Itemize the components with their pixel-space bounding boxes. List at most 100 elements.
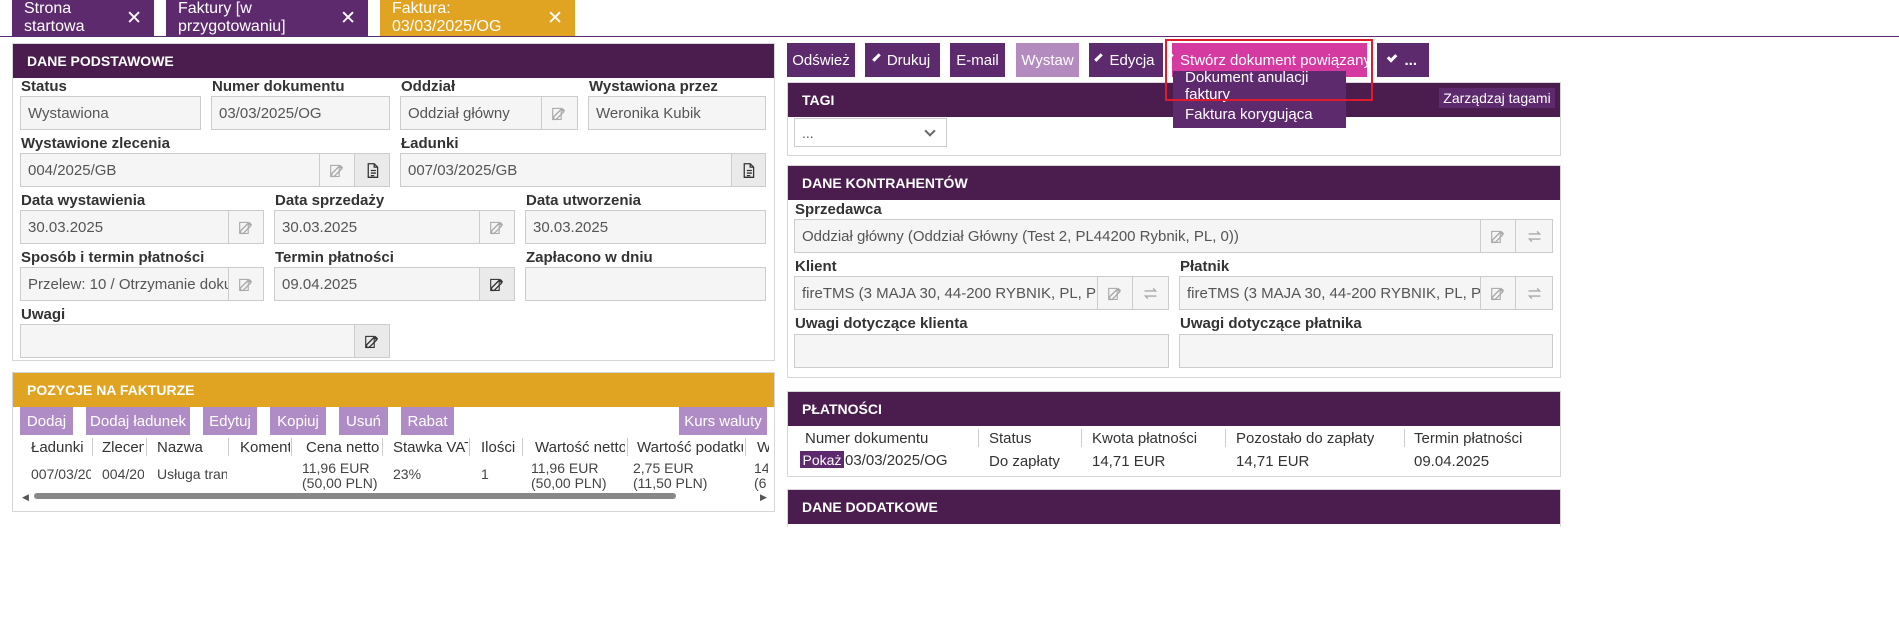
chevron-down-icon (1386, 52, 1398, 63)
cell-vat: 23% (393, 466, 422, 482)
payment-due-label: Termin płatności (275, 249, 394, 266)
column-header[interactable]: Wartość podatku (637, 439, 743, 456)
more-label: ... (1404, 51, 1417, 69)
seller-field[interactable]: Oddział główny (Oddział Główny (Test 2, … (794, 219, 1482, 253)
orders-field[interactable]: 004/2025/GB (20, 153, 320, 187)
column-header[interactable]: Status (989, 430, 1032, 447)
refresh-button[interactable]: Odśwież (787, 43, 855, 77)
created-date-field[interactable]: 30.03.2025 (525, 210, 766, 244)
edit-icon[interactable] (354, 324, 390, 358)
issue-button[interactable]: Wystaw (1016, 43, 1079, 77)
edit-icon[interactable] (1480, 219, 1516, 253)
tab-label: Faktura: 03/03/2025/OG (392, 0, 502, 35)
payment-due: 09.04.2025 (1414, 453, 1490, 470)
edit-button[interactable]: Edytuj (203, 407, 257, 435)
tags-select[interactable]: ... (794, 118, 947, 147)
column-header[interactable]: Nazwa (157, 439, 227, 456)
cell-tax: 2,75 EUR (633, 460, 694, 476)
column-header[interactable]: Kwota płatności (1092, 430, 1197, 447)
paid-on-field[interactable] (525, 267, 766, 301)
menu-item-correction-invoice[interactable]: Faktura korygująca (1173, 101, 1346, 128)
issued-by-label: Wystawiona przez (589, 78, 718, 95)
edit-icon[interactable] (1480, 276, 1516, 310)
edit-icon[interactable] (228, 267, 264, 301)
edit-icon[interactable] (541, 96, 578, 130)
exchange-rate-button[interactable]: Kurs waluty (679, 407, 767, 435)
issue-date-label: Data wystawienia (21, 192, 146, 209)
edit-icon[interactable] (319, 153, 355, 187)
manage-tags-button[interactable]: Zarządzaj tagami (1439, 88, 1555, 108)
column-header[interactable]: Pozostało do zapłaty (1236, 430, 1374, 447)
issued-by-field[interactable]: Weronika Kubik (588, 96, 766, 130)
cell-tax-pln: (11,50 PLN) (633, 475, 708, 491)
cargo-field[interactable]: 007/03/2025/GB (400, 153, 733, 187)
tab-invoice[interactable]: Faktura: 03/03/2025/OG ✕ (380, 0, 575, 36)
edit-menu-button[interactable]: Edycja (1089, 43, 1163, 77)
column-header[interactable]: Wartość netto (535, 439, 625, 456)
panel-header: DANE KONTRAHENTÓW (788, 166, 1560, 200)
scroll-left-icon[interactable]: ◀ (22, 492, 30, 502)
payment-due-field[interactable]: 09.04.2025 (274, 267, 480, 301)
edit-icon[interactable] (228, 210, 264, 244)
tab-home[interactable]: Strona startowa ✕ (12, 0, 154, 36)
discount-button[interactable]: Rabat (401, 407, 454, 435)
tab-invoices-in-preparation[interactable]: Faktury [w przygotowaniu] ✕ (166, 0, 368, 36)
print-button[interactable]: Drukuj (865, 43, 940, 77)
cell-qty: 1 (481, 466, 489, 482)
edit-icon[interactable] (1097, 276, 1133, 310)
payer-notes-label: Uwagi dotyczące płatnika (1180, 315, 1362, 332)
sale-date-field[interactable]: 30.03.2025 (274, 210, 480, 244)
close-icon[interactable]: ✕ (537, 7, 563, 30)
panel-header: DANE PODSTAWOWE (13, 44, 774, 78)
tags-select-value: ... (802, 124, 814, 141)
branch-field[interactable]: Oddział główny (400, 96, 542, 130)
payment-method-label: Sposób i termin płatności (21, 249, 205, 266)
copy-button[interactable]: Kopiuj (270, 407, 326, 435)
column-header[interactable]: Ilości (481, 439, 521, 456)
column-header[interactable]: Termin płatności (1414, 430, 1522, 447)
swap-icon[interactable] (1515, 219, 1553, 253)
column-header[interactable]: Numer dokumentu (805, 430, 928, 447)
column-header[interactable]: W (757, 439, 769, 456)
email-button[interactable]: E-mail (950, 43, 1005, 77)
cell-net-pln: (50,00 PLN) (531, 475, 607, 491)
sale-date-label: Data sprzedaży (275, 192, 385, 209)
cell-price: 11,96 EUR (302, 460, 370, 476)
edit-icon[interactable] (479, 210, 515, 244)
client-field[interactable]: fireTMS (3 MAJA 30, 44-200 RYBNIK, PL, P… (794, 276, 1098, 310)
close-icon[interactable]: ✕ (330, 7, 356, 30)
issue-date-field[interactable]: 30.03.2025 (20, 210, 229, 244)
payment-amount: 14,71 EUR (1092, 453, 1166, 470)
document-icon[interactable] (354, 153, 390, 187)
client-notes-label: Uwagi dotyczące klienta (795, 315, 968, 332)
client-notes-field[interactable] (794, 334, 1169, 368)
scroll-right-icon[interactable]: ▶ (760, 492, 768, 502)
document-number-field[interactable]: 03/03/2025/OG (211, 96, 390, 130)
add-cargo-button[interactable]: Dodaj ładunek (86, 407, 190, 435)
notes-field[interactable] (20, 324, 355, 358)
document-icon[interactable] (731, 153, 766, 187)
column-header[interactable]: Ładunki (31, 439, 89, 456)
column-header[interactable]: Cena netto (306, 439, 381, 456)
edit-icon[interactable] (479, 267, 515, 301)
horizontal-scrollbar[interactable] (34, 493, 676, 499)
more-actions-button[interactable]: ... (1377, 43, 1429, 77)
column-header[interactable]: Zlecen (102, 439, 144, 456)
additional-data-panel: DANE DODATKOWE (787, 489, 1561, 527)
swap-icon[interactable] (1515, 276, 1553, 310)
status-field[interactable]: Wystawiona (20, 96, 201, 130)
column-header[interactable]: Komenta (240, 439, 290, 456)
payment-method-field[interactable]: Przelew: 10 / Otrzymanie dokume (20, 267, 229, 301)
client-label: Klient (795, 258, 837, 275)
add-button[interactable]: Dodaj (20, 407, 73, 435)
payer-field[interactable]: fireTMS (3 MAJA 30, 44-200 RYBNIK, PL, P… (1179, 276, 1482, 310)
payment-docnum: 03/03/2025/OG (845, 452, 948, 469)
swap-icon[interactable] (1132, 276, 1169, 310)
close-icon[interactable]: ✕ (116, 7, 142, 30)
cell-cargo: 007/03/20: (31, 466, 91, 482)
panel-header: POZYCJE NA FAKTURZE (13, 373, 774, 407)
delete-button[interactable]: Usuń (339, 407, 388, 435)
payer-notes-field[interactable] (1179, 334, 1553, 368)
show-payment-button[interactable]: Pokaż (800, 451, 844, 468)
column-header[interactable]: Stawka VAT (393, 439, 468, 456)
